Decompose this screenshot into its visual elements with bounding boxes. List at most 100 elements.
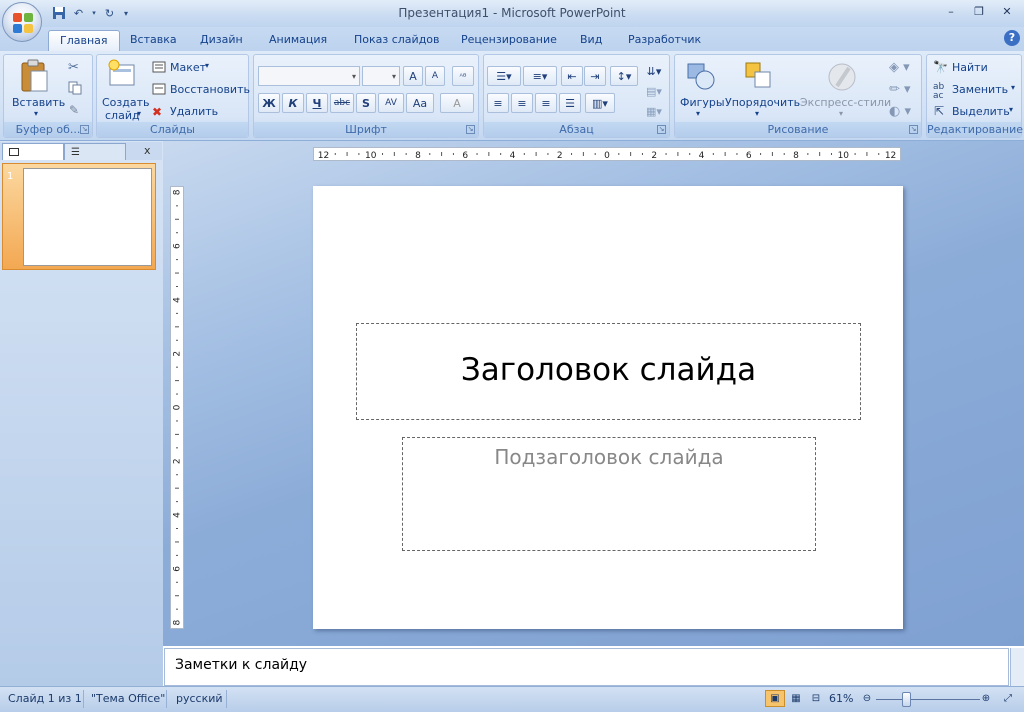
- quick-styles-icon[interactable]: [825, 60, 859, 97]
- decrease-indent-icon[interactable]: ⇤: [561, 66, 583, 86]
- tab-home[interactable]: Главная: [48, 30, 120, 51]
- quick-styles-button[interactable]: Экспресс-стили: [800, 96, 891, 109]
- tab-outline[interactable]: ☰: [64, 143, 126, 160]
- title-placeholder[interactable]: Заголовок слайда: [356, 323, 861, 420]
- align-left-icon[interactable]: ≡: [487, 93, 509, 113]
- fit-to-window-icon[interactable]: ⤢: [998, 690, 1018, 707]
- office-button[interactable]: [2, 2, 42, 42]
- tab-slideshow[interactable]: Показ слайдов: [343, 30, 451, 51]
- panel-close-button[interactable]: x: [144, 144, 151, 157]
- zoom-slider-track[interactable]: [876, 699, 980, 700]
- tab-view[interactable]: Вид: [569, 30, 613, 51]
- tab-design[interactable]: Дизайн: [189, 30, 254, 51]
- arrange-button[interactable]: Упорядочить: [725, 96, 800, 109]
- font-color-button[interactable]: A: [440, 93, 474, 113]
- font-name-input[interactable]: ▾: [258, 66, 360, 86]
- increase-indent-icon[interactable]: ⇥: [584, 66, 606, 86]
- zoom-in-icon[interactable]: ⊕: [978, 690, 994, 707]
- grow-font-button[interactable]: A: [403, 66, 423, 86]
- window-controls: – ❐ ✕: [938, 3, 1020, 20]
- paragraph-launcher-icon[interactable]: ↘: [657, 125, 666, 134]
- shadow-button[interactable]: S: [356, 93, 376, 113]
- align-right-icon[interactable]: ≡: [535, 93, 557, 113]
- find-button[interactable]: Найти: [952, 61, 988, 74]
- minimize-button[interactable]: –: [938, 3, 964, 20]
- change-case-button[interactable]: Aa: [406, 93, 434, 113]
- numbering-icon[interactable]: ≡▾: [523, 66, 557, 86]
- ruler-label: 8: [415, 151, 421, 160]
- subtitle-placeholder[interactable]: Подзаголовок слайда: [402, 437, 816, 551]
- clipboard-launcher-icon[interactable]: ↘: [80, 125, 89, 134]
- cut-icon[interactable]: ✂: [68, 60, 79, 75]
- new-slide-icon[interactable]: [107, 59, 137, 92]
- zoom-out-icon[interactable]: ⊖: [859, 690, 875, 707]
- layout-button[interactable]: Макет: [170, 61, 206, 74]
- help-icon[interactable]: ?: [1004, 30, 1020, 46]
- char-spacing-button[interactable]: AV: [378, 93, 404, 113]
- delete-button[interactable]: Удалить: [170, 105, 218, 118]
- bullets-icon[interactable]: ☰▾: [487, 66, 521, 86]
- theme-status[interactable]: "Тема Office": [91, 692, 165, 705]
- close-button[interactable]: ✕: [994, 3, 1020, 20]
- clear-formatting-icon[interactable]: ᴬᴮ: [452, 66, 474, 86]
- italic-button[interactable]: К: [282, 93, 304, 113]
- normal-view-icon[interactable]: ▣: [765, 690, 785, 707]
- bold-button[interactable]: Ж: [258, 93, 280, 113]
- zoom-level[interactable]: 61%: [829, 692, 853, 705]
- smartart-icon[interactable]: ▦▾: [642, 101, 666, 121]
- tab-slides[interactable]: [2, 143, 64, 160]
- paste-dropdown-icon[interactable]: ▾: [34, 109, 38, 118]
- notes-scrollbar[interactable]: [1010, 648, 1024, 686]
- tab-developer[interactable]: Разработчик: [617, 30, 712, 51]
- new-slide-label[interactable]: Создать: [102, 96, 150, 109]
- tab-animation[interactable]: Анимация: [258, 30, 338, 51]
- arrange-icon[interactable]: [743, 60, 775, 95]
- shapes-icon[interactable]: [685, 60, 717, 95]
- justify-icon[interactable]: ☰: [559, 93, 581, 113]
- slideshow-view-icon[interactable]: ⊟: [806, 690, 826, 707]
- slide-sorter-view-icon[interactable]: ▦: [786, 690, 806, 707]
- align-text-icon[interactable]: ▤▾: [642, 81, 666, 101]
- layout-icon: [152, 61, 166, 76]
- slide-thumbnail[interactable]: [23, 168, 152, 266]
- replace-dropdown-icon[interactable]: ▾: [1011, 83, 1015, 92]
- paste-icon[interactable]: [20, 59, 50, 96]
- notes-pane[interactable]: Заметки к слайду: [164, 648, 1009, 686]
- quick-styles-dropdown-icon[interactable]: ▾: [839, 109, 843, 118]
- replace-button[interactable]: Заменить: [952, 83, 1008, 96]
- ruler-label: 8: [173, 619, 183, 625]
- strikethrough-button[interactable]: abc: [330, 93, 354, 113]
- new-slide-label-2[interactable]: слайд: [105, 109, 140, 122]
- outline-tab-icon: ☰: [71, 146, 80, 158]
- layout-dropdown-icon[interactable]: ▾: [205, 61, 209, 70]
- select-button[interactable]: Выделить: [952, 105, 1010, 118]
- tab-insert[interactable]: Вставка: [119, 30, 188, 51]
- drawing-launcher-icon[interactable]: ↘: [909, 125, 918, 134]
- shrink-font-button[interactable]: A: [425, 66, 445, 86]
- reset-button[interactable]: Восстановить: [170, 83, 250, 96]
- language-status[interactable]: русский: [176, 692, 223, 705]
- new-slide-dropdown-icon[interactable]: ▾: [137, 109, 141, 118]
- copy-icon[interactable]: [68, 81, 82, 98]
- shape-outline-icon[interactable]: ✏ ▾: [889, 82, 911, 97]
- ruler-label: 4: [510, 151, 516, 160]
- restore-button[interactable]: ❐: [966, 3, 992, 20]
- shape-effects-icon[interactable]: ◐ ▾: [889, 104, 911, 119]
- select-dropdown-icon[interactable]: ▾: [1009, 105, 1013, 114]
- arrange-dropdown-icon[interactable]: ▾: [755, 109, 759, 118]
- zoom-slider-thumb[interactable]: [902, 692, 911, 707]
- format-painter-icon[interactable]: ✎: [69, 103, 79, 117]
- line-spacing-icon[interactable]: ↕▾: [610, 66, 638, 86]
- text-direction-icon[interactable]: ⇊▾: [642, 61, 666, 81]
- font-size-input[interactable]: ▾: [362, 66, 400, 86]
- shapes-button[interactable]: Фигуры: [680, 96, 725, 109]
- shape-fill-icon[interactable]: ◈ ▾: [889, 60, 910, 75]
- tab-review[interactable]: Рецензирование: [450, 30, 568, 51]
- ruler-label: 8: [173, 189, 183, 195]
- columns-icon[interactable]: ▥▾: [585, 93, 615, 113]
- font-launcher-icon[interactable]: ↘: [466, 125, 475, 134]
- align-center-icon[interactable]: ≡: [511, 93, 533, 113]
- shapes-dropdown-icon[interactable]: ▾: [696, 109, 700, 118]
- paste-button[interactable]: Вставить: [12, 96, 65, 109]
- underline-button[interactable]: Ч: [306, 93, 328, 113]
